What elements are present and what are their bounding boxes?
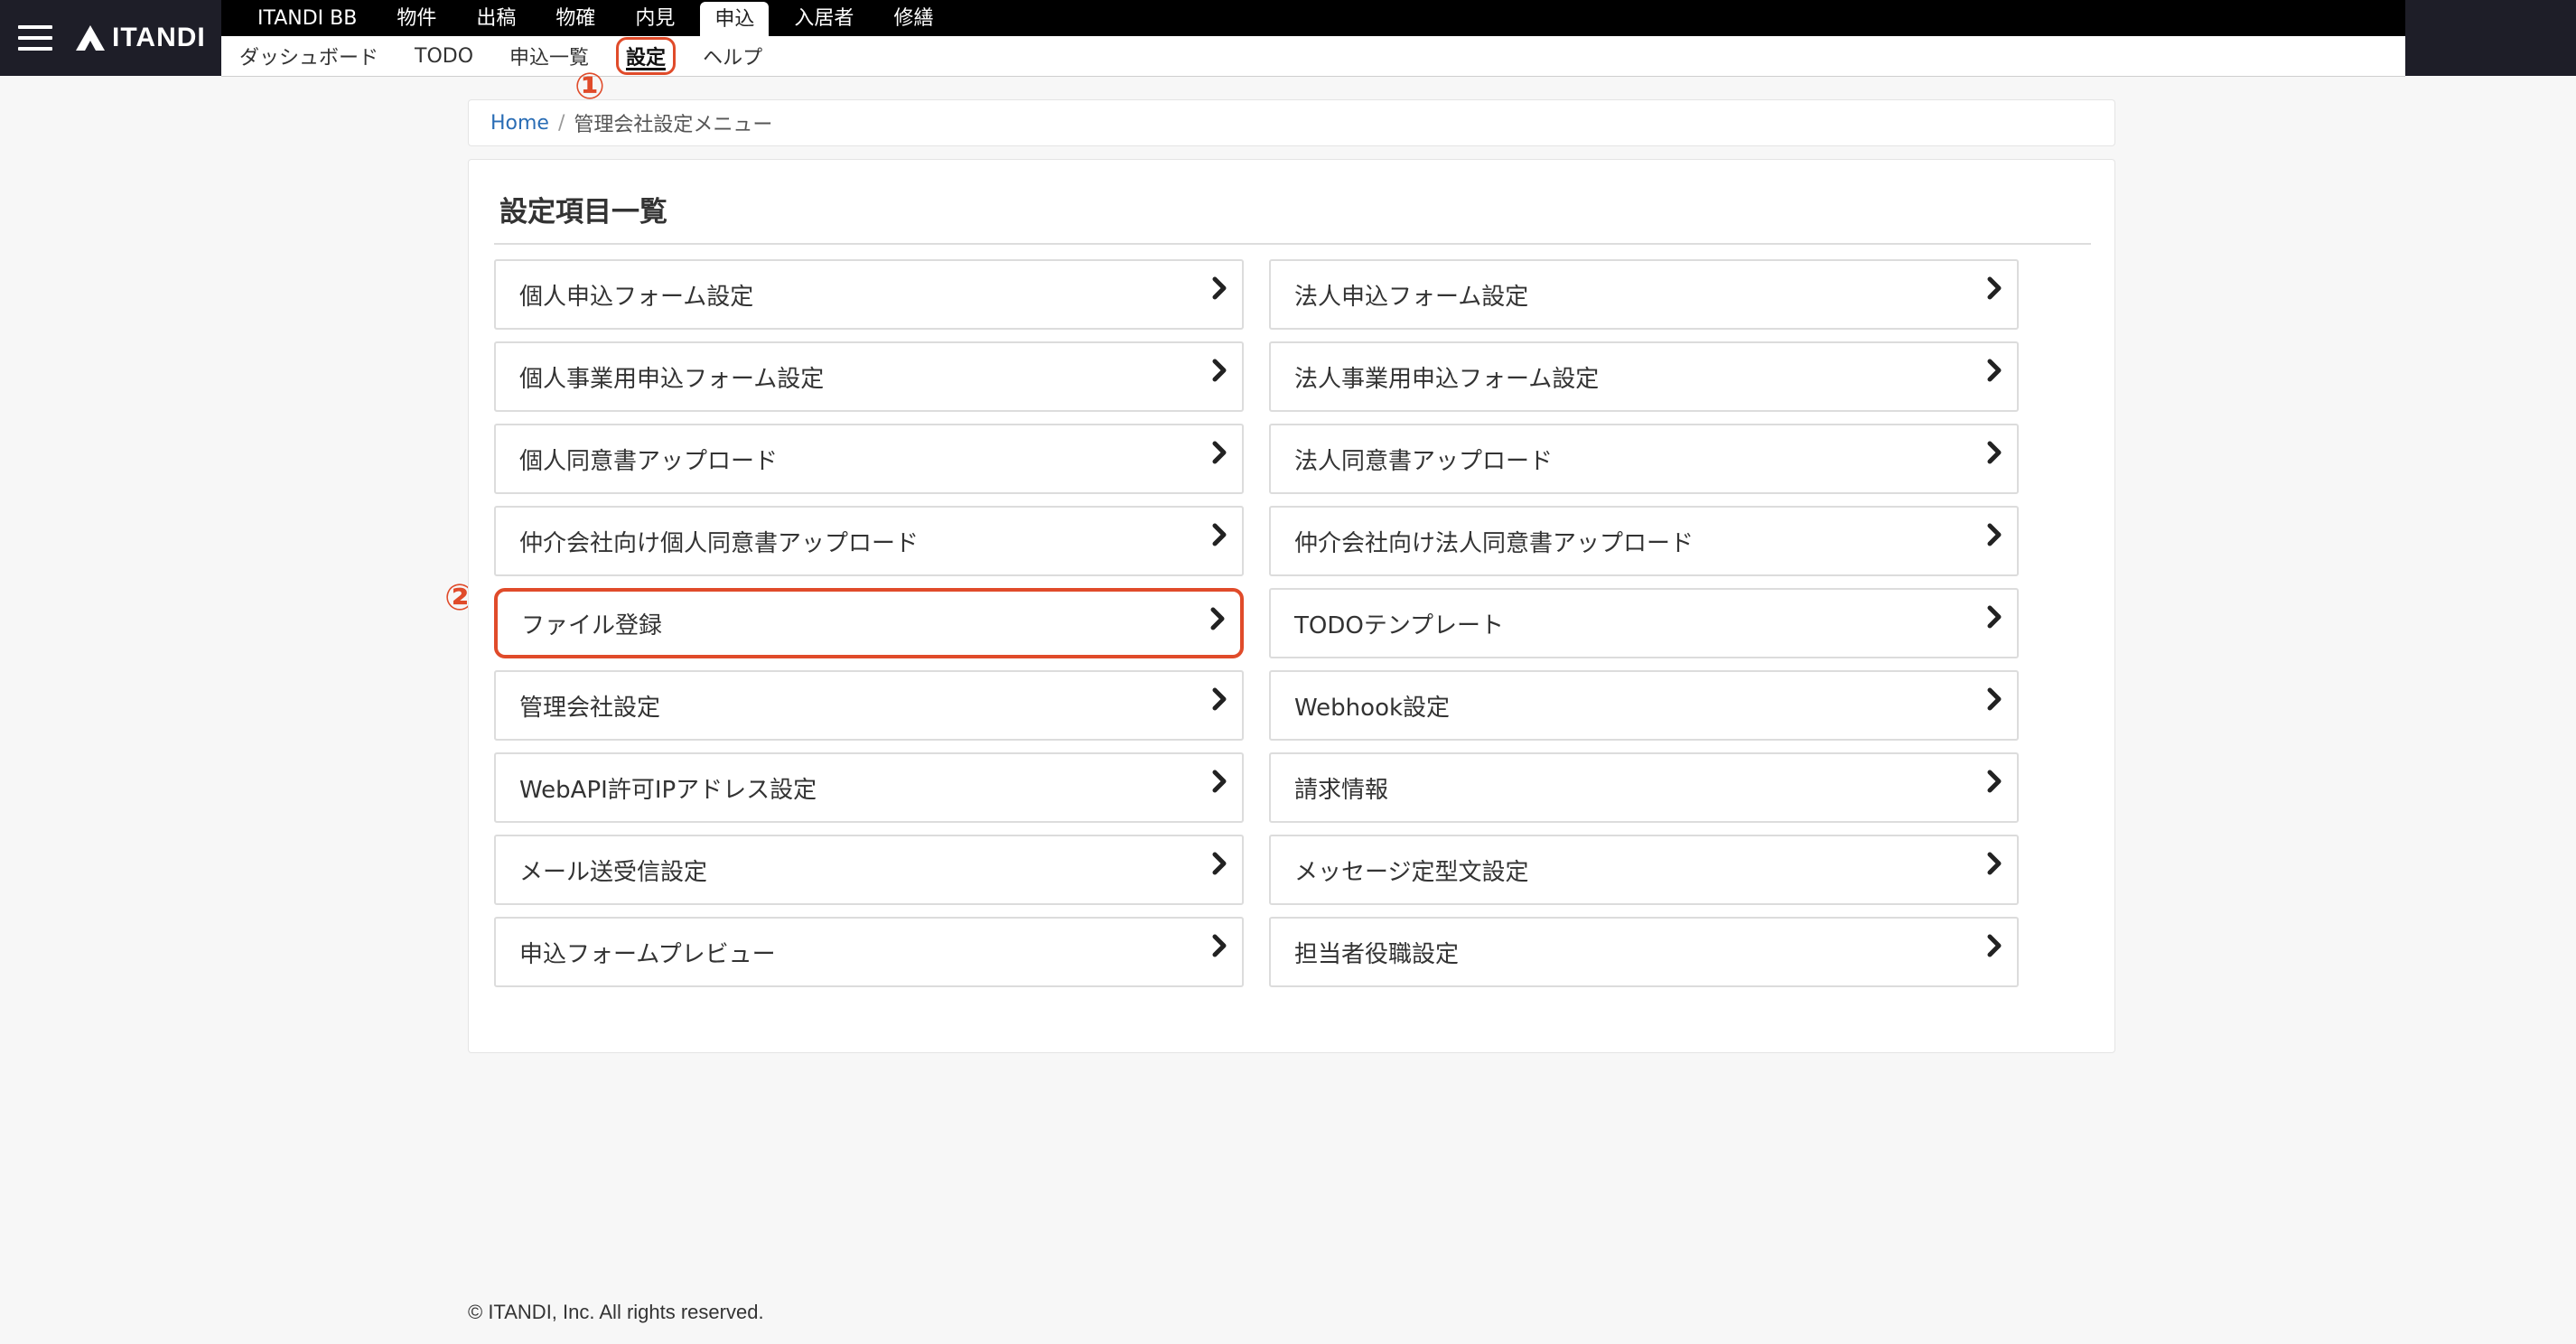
tab-nyukyosha[interactable]: 入居者 [774,0,873,36]
right-header-area [2405,0,2576,76]
menu-icon[interactable] [18,25,52,51]
tab-moushikomi[interactable]: 申込 [700,2,770,36]
tab-naiken[interactable]: 内見 [615,0,695,36]
itandi-logo[interactable]: ITANDI [74,23,206,53]
chevron-right-icon [1212,523,1227,546]
subnav-help[interactable]: ヘルプ [685,42,780,70]
tab-shuzen[interactable]: 修繕 [873,0,953,36]
breadcrumb: Home / 管理会社設定メニュー [468,99,2115,146]
subnav-dashboard[interactable]: ダッシュボード [221,42,397,70]
settings-item-card[interactable]: 法人申込フォーム設定 [1269,259,2019,330]
tab-bukken[interactable]: 物件 [377,0,456,36]
settings-item-card[interactable]: ファイル登録 [494,588,1244,658]
tab-itandi-bb[interactable]: ITANDI BB [221,0,377,36]
settings-item-label: 法人事業用申込フォーム設定 [1294,365,1600,393]
settings-item-card[interactable]: 個人申込フォーム設定 [494,259,1244,330]
settings-panel: 設定項目一覧 個人申込フォーム設定 法人申込フォーム設定個人事業用申込フォーム設定… [468,159,2115,1053]
chevron-right-icon [1987,934,2002,957]
settings-item-label: 申込フォームプレビュー [519,940,776,968]
chevron-right-icon [1987,852,2002,875]
settings-item-card[interactable]: メール送受信設定 [494,835,1244,905]
tab-shukko[interactable]: 出稿 [456,0,536,36]
settings-item-card[interactable]: WebAPI許可IPアドレス設定 [494,752,1244,823]
tab-bukkaku[interactable]: 物確 [536,0,615,36]
subnav-todo[interactable]: TODO [397,45,491,68]
chevron-right-icon [1987,687,2002,711]
breadcrumb-home-link[interactable]: Home [490,112,549,135]
settings-item-label: ファイル登録 [521,611,663,639]
subnav-settings[interactable]: 設定 [616,37,677,75]
settings-item-label: 請求情報 [1294,776,1389,804]
settings-item-label: TODOテンプレート [1294,611,1505,639]
settings-item-card[interactable]: メッセージ定型文設定 [1269,835,2019,905]
settings-item-label: 担当者役職設定 [1294,940,1460,968]
chevron-right-icon [1212,441,1227,464]
chevron-right-icon [1987,605,2002,629]
settings-item-label: 仲介会社向け個人同意書アップロード [519,529,919,557]
settings-item-label: 法人申込フォーム設定 [1294,283,1529,311]
title-divider [494,243,2091,245]
settings-item-card[interactable]: 管理会社設定 [494,670,1244,741]
chevron-right-icon [1987,441,2002,464]
settings-item-label: 仲介会社向け法人同意書アップロード [1294,529,1694,557]
breadcrumb-current: 管理会社設定メニュー [574,114,773,136]
settings-item-card[interactable]: 請求情報 [1269,752,2019,823]
chevron-right-icon [1987,276,2002,300]
settings-item-card[interactable]: TODOテンプレート [1269,588,2019,658]
settings-item-card[interactable]: 法人事業用申込フォーム設定 [1269,341,2019,412]
settings-item-card[interactable]: 個人事業用申込フォーム設定 [494,341,1244,412]
logo-text: ITANDI [112,23,206,52]
top-navigation: ITANDI BB 物件 出稿 物確 内見 申込 入居者 修繕 [221,0,2405,36]
settings-item-card[interactable]: 申込フォームプレビュー [494,917,1244,987]
chevron-right-icon [1987,770,2002,793]
footer-copyright: © ITANDI, Inc. All rights reserved. [468,1301,764,1323]
chevron-right-icon [1212,687,1227,711]
itandi-logo-icon [76,25,105,51]
chevron-right-icon [1212,276,1227,300]
settings-item-card[interactable]: 仲介会社向け法人同意書アップロード [1269,506,2019,576]
settings-item-card[interactable]: Webhook設定 [1269,670,2019,741]
chevron-right-icon [1210,607,1225,630]
settings-item-card[interactable]: 個人同意書アップロード [494,424,1244,494]
settings-item-label: WebAPI許可IPアドレス設定 [519,776,817,804]
settings-item-label: 個人申込フォーム設定 [519,283,754,311]
chevron-right-icon [1212,934,1227,957]
sub-navigation: ダッシュボード TODO 申込一覧 設定 ヘルプ [221,36,2405,77]
settings-item-label: メール送受信設定 [519,858,708,886]
settings-item-card[interactable]: 法人同意書アップロード [1269,424,2019,494]
chevron-right-icon [1212,770,1227,793]
chevron-right-icon [1987,523,2002,546]
settings-grid: 個人申込フォーム設定 法人申込フォーム設定個人事業用申込フォーム設定 法人事業用申込… [494,259,2021,987]
settings-item-label: 管理会社設定 [519,694,661,722]
settings-item-label: 個人事業用申込フォーム設定 [519,365,825,393]
settings-item-label: 個人同意書アップロード [519,447,779,475]
page-title: 設定項目一覧 [499,196,667,229]
settings-item-label: Webhook設定 [1294,694,1451,722]
settings-item-label: メッセージ定型文設定 [1294,858,1529,886]
chevron-right-icon [1987,359,2002,382]
settings-item-card[interactable]: 担当者役職設定 [1269,917,2019,987]
chevron-right-icon [1212,852,1227,875]
breadcrumb-separator: / [557,111,565,135]
brand-bar: ITANDI [0,0,221,76]
settings-item-card[interactable]: 仲介会社向け個人同意書アップロード [494,506,1244,576]
settings-item-label: 法人同意書アップロード [1294,447,1554,475]
chevron-right-icon [1212,359,1227,382]
